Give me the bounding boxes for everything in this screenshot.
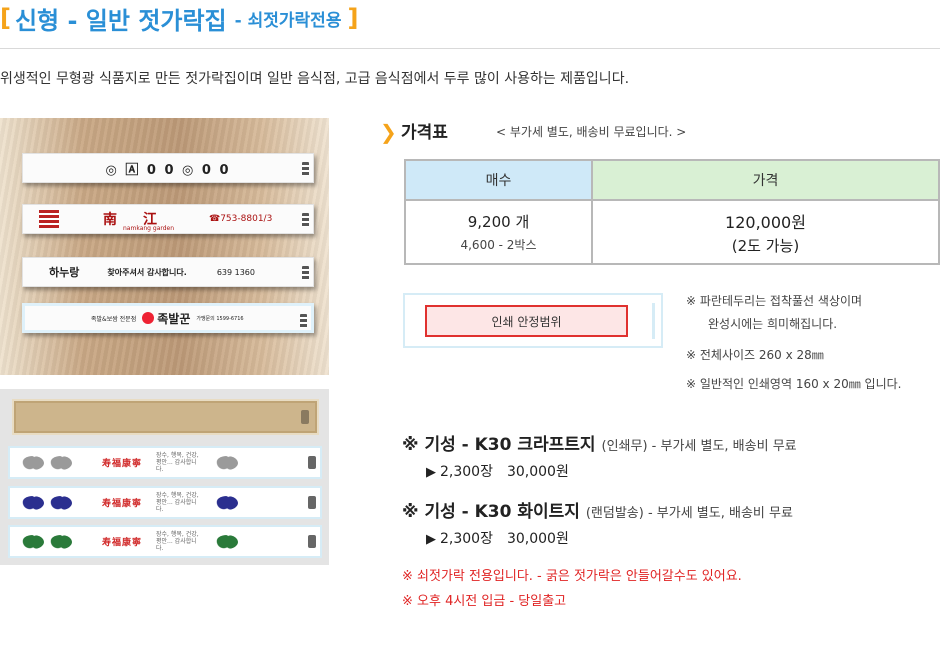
sleeve-2-phone: ☎753-8801/3 xyxy=(209,214,273,224)
flower-pattern-icon xyxy=(216,495,239,510)
sleeve-tab xyxy=(302,213,309,227)
price-section-note: < 부가세 별도, 배송비 무료입니다. > xyxy=(496,125,687,139)
price-section-title: 가격표 xyxy=(401,123,448,143)
print-note-4: ※ 일반적인 인쇄영역 160 x 20㎜ 입니다. xyxy=(686,377,902,391)
flower-pattern-icon xyxy=(22,495,44,510)
intro-text: 위생적인 무형광 식품지로 만든 젓가락집이며 일반 음식점, 고급 음식점에서… xyxy=(0,71,630,87)
flower-pattern-icon xyxy=(22,455,44,470)
sleeve-tab xyxy=(300,314,307,328)
flower-pattern-icon xyxy=(50,495,72,510)
white-sleeve-small-text: 장수, 행복, 건강, 평안... 감사합니다. xyxy=(156,531,199,552)
play-triangle-icon: ▶ xyxy=(426,465,436,480)
product-photo-stock: 寿福康寧 장수, 행복, 건강, 평안... 감사합니다. 寿福康寧 장수, 행… xyxy=(0,389,329,565)
option-kraft-name: ※ 기성 - K30 크라프트지 xyxy=(402,435,596,455)
sleeve-tab xyxy=(652,303,655,339)
sleeve-4-left: 족발&보쌈 전문점 xyxy=(91,315,137,323)
quantity-value: 9,200 개 xyxy=(467,213,530,231)
chevron-right-icon: ❯ xyxy=(380,120,397,144)
title-bracket-close: ] xyxy=(347,4,359,32)
sleeve-4-brand: 족발꾼 xyxy=(157,311,191,326)
print-area-diagram: 인쇄 안정범위 xyxy=(403,293,663,348)
quantity-detail: 4,600 - 2박스 xyxy=(460,238,537,252)
sleeve-sample-3: 하누랑 찾아주셔서 감사합니다. 639 1360 xyxy=(22,257,314,287)
white-sleeve-gray: 寿福康寧 장수, 행복, 건강, 평안... 감사합니다. xyxy=(8,446,322,479)
white-sleeve-navy: 寿福康寧 장수, 행복, 건강, 평안... 감사합니다. xyxy=(8,486,322,519)
print-note-3: ※ 전체사이즈 260 x 28㎜ xyxy=(686,348,824,362)
sleeve-4-right: 가맹문의 1599-6716 xyxy=(196,315,244,322)
sleeve-sample-4: 족발&보쌈 전문점 족발꾼 가맹문의 1599-6716 xyxy=(22,303,314,333)
page-title: [ 신형 - 일반 젓가락집 - 쇠젓가락전용 ] xyxy=(0,0,358,36)
sleeve-1-text: ◎ 🄰 0 0 ◎ 0 0 xyxy=(105,162,231,178)
white-sleeve-red-text: 寿福康寧 xyxy=(102,538,143,548)
flower-pattern-icon xyxy=(50,534,72,549)
sleeve-tab xyxy=(302,162,309,176)
white-sleeve-red-text: 寿福康寧 xyxy=(102,499,143,509)
option-white-name: ※ 기성 - K30 화이트지 xyxy=(402,502,580,522)
cell-quantity: 9,200 개 4,600 - 2박스 xyxy=(404,199,593,265)
print-safe-zone: 인쇄 안정범위 xyxy=(425,305,628,337)
sleeve-tab xyxy=(308,496,316,509)
option-kraft-detail: (인쇄무) - 부가세 별도, 배송비 무료 xyxy=(601,439,797,454)
white-sleeve-green: 寿福康寧 장수, 행복, 건강, 평안... 감사합니다. xyxy=(8,525,322,558)
white-sleeve-small-text: 장수, 행복, 건강, 평안... 감사합니다. xyxy=(156,492,199,513)
title-sub: - 쇠젓가락전용 xyxy=(234,10,342,31)
price-table: 매수 가격 9,200 개 4,600 - 2박스 120,000원 (2도 가… xyxy=(404,159,940,265)
sleeve-tab xyxy=(308,456,316,469)
product-photo-printed: ◎ 🄰 0 0 ◎ 0 0 南 江 namkang garden ☎753-88… xyxy=(0,118,329,375)
print-note-2: 완성시에는 희미해집니다. xyxy=(708,317,838,331)
sleeve-3-brand: 하누랑 xyxy=(49,266,80,279)
flower-pattern-icon xyxy=(216,455,239,470)
option-kraft-title: ※ 기성 - K30 크라프트지 (인쇄무) - 부가세 별도, 배송비 무료 xyxy=(402,430,797,455)
sleeve-3-message: 찾아주셔서 감사합니다. xyxy=(107,267,187,277)
option-kraft-price-text: 2,300장 30,000원 xyxy=(440,464,569,480)
sleeve-sample-1: ◎ 🄰 0 0 ◎ 0 0 xyxy=(22,153,314,183)
sleeve-tab xyxy=(308,535,316,548)
play-triangle-icon: ▶ xyxy=(426,532,436,547)
divider xyxy=(0,48,940,49)
warning-note-1: ※ 쇠젓가락 전용입니다. - 굵은 젓가락은 안들어갈수도 있어요. xyxy=(402,569,742,584)
wave-logo-icon xyxy=(39,210,59,228)
cell-price: 120,000원 (2도 가능) xyxy=(591,199,940,265)
header-quantity: 매수 xyxy=(404,159,593,201)
title-bracket-open: [ xyxy=(0,4,11,32)
option-kraft-price: ▶ 2,300장 30,000원 xyxy=(426,461,569,481)
price-table-header: 매수 가격 xyxy=(404,159,940,201)
price-value: 120,000원 xyxy=(725,212,806,232)
sleeve-sample-2: 南 江 namkang garden ☎753-8801/3 xyxy=(22,204,314,234)
white-sleeve-small-text: 장수, 행복, 건강, 평안... 감사합니다. xyxy=(156,452,199,473)
sleeve-2-sub: namkang garden xyxy=(123,225,175,232)
sleeve-3-phone: 639 1360 xyxy=(216,267,255,277)
table-row: 9,200 개 4,600 - 2박스 120,000원 (2도 가능) xyxy=(404,199,940,265)
option-white-title: ※ 기성 - K30 화이트지 (랜덤발송) - 부가세 별도, 배송비 무료 xyxy=(402,497,793,522)
flower-pattern-icon xyxy=(216,534,239,549)
sleeve-tab xyxy=(301,410,309,424)
flower-pattern-icon xyxy=(22,534,44,549)
print-note-1: ※ 파란테두리는 접착풀선 색상이며 xyxy=(686,294,863,308)
header-price: 가격 xyxy=(591,159,940,201)
title-main: 신형 - 일반 젓가락집 xyxy=(14,6,227,35)
option-white-price: ▶ 2,300장 30,000원 xyxy=(426,528,569,548)
option-white-price-text: 2,300장 30,000원 xyxy=(440,531,569,547)
flower-pattern-icon xyxy=(50,455,72,470)
option-white-detail: (랜덤발송) - 부가세 별도, 배송비 무료 xyxy=(585,506,793,521)
sleeve-tab xyxy=(302,266,309,280)
white-sleeve-red-text: 寿福康寧 xyxy=(102,459,143,469)
pig-logo-icon xyxy=(142,312,155,324)
kraft-sleeve xyxy=(12,399,319,435)
price-detail: (2도 가능) xyxy=(731,236,800,255)
warning-note-2: ※ 오후 4시전 입금 - 당일출고 xyxy=(402,594,567,609)
